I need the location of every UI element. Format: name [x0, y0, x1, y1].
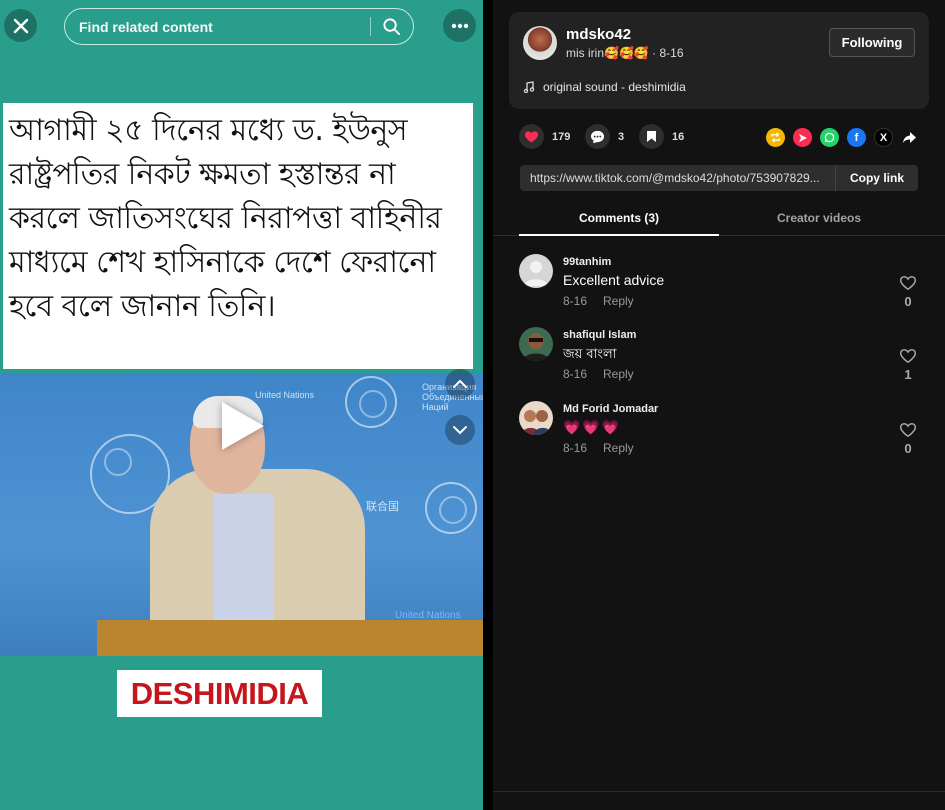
comment-like-count: 1	[904, 367, 912, 382]
tab-creator-videos[interactable]: Creator videos	[719, 202, 919, 234]
chevron-up-icon	[453, 379, 467, 388]
panel-divider	[483, 0, 493, 810]
like-count: 179	[552, 130, 571, 143]
comment-button[interactable]: 3	[585, 124, 624, 149]
search-input[interactable]	[77, 17, 371, 36]
following-button[interactable]: Following	[829, 28, 915, 57]
save-button[interactable]: 16	[639, 124, 684, 149]
comment-text: Excellent advice	[563, 272, 665, 288]
heart-icon	[524, 130, 539, 143]
reply-button[interactable]: Reply	[603, 441, 634, 455]
commenter-name[interactable]: 99tanhim	[563, 256, 611, 268]
commenter-avatar[interactable]	[519, 254, 553, 288]
comment-like-count: 0	[904, 294, 912, 309]
heart-outline-icon[interactable]	[899, 274, 917, 292]
comment-input-divider	[493, 791, 945, 792]
reply-button[interactable]: Reply	[603, 294, 634, 308]
un-emblem	[425, 482, 477, 534]
comment-date: 8-16	[563, 367, 588, 381]
save-count: 16	[672, 130, 685, 143]
search-icon[interactable]	[382, 17, 401, 36]
panel-tabs: Comments (3) Creator videos	[493, 202, 945, 236]
un-label-cn: 联合国	[366, 501, 399, 513]
brand-watermark: DESHIMIDIA	[117, 670, 322, 717]
more-icon	[451, 23, 468, 28]
comment-count: 3	[618, 130, 625, 143]
video-frame[interactable]: United Nations Организация Объединенных …	[0, 374, 483, 656]
search-divider	[370, 17, 371, 36]
tab-comments[interactable]: Comments (3)	[519, 202, 719, 236]
comment-text: 💗💗💗	[563, 419, 622, 435]
share-link-row: https://www.tiktok.com/@mdsko42/photo/75…	[520, 165, 918, 191]
copy-link-button[interactable]: Copy link	[835, 165, 918, 191]
headline-text: আগামী ২৫ দিনের মধ্যে ড. ইউনুস রাষ্ট্রপতি…	[3, 103, 473, 369]
comment-item: Md Forid Jomadar 💗💗💗 8-16 Reply 0	[519, 401, 929, 467]
next-button[interactable]	[445, 415, 475, 445]
x-icon[interactable]: X	[874, 128, 893, 147]
share-arrow-icon[interactable]	[900, 128, 919, 147]
more-options-button[interactable]	[443, 9, 476, 42]
comment-date: 8-16	[563, 294, 588, 308]
chevron-down-icon	[453, 426, 467, 435]
repost-icon[interactable]	[766, 128, 785, 147]
comment-item: 99tanhim Excellent advice 8-16 Reply 0	[519, 254, 929, 320]
comment-like-count: 0	[904, 441, 912, 456]
media-viewer: আগামী ২৫ দিনের মধ্যে ড. ইউনুস রাষ্ট্রপতি…	[0, 0, 483, 810]
commenter-name[interactable]: Md Forid Jomadar	[563, 403, 658, 415]
commenter-avatar[interactable]	[519, 401, 553, 435]
un-emblem	[345, 376, 397, 428]
facebook-icon[interactable]: f	[847, 128, 866, 147]
close-icon	[13, 18, 28, 33]
sound-label: original sound - deshimidia	[543, 80, 686, 94]
like-button[interactable]: 179	[519, 124, 570, 149]
heart-outline-icon[interactable]	[899, 347, 917, 365]
comment-item: shafiqul Islam জয় বাংলা 8-16 Reply 1	[519, 327, 929, 393]
search-bar[interactable]	[64, 8, 414, 45]
un-label: United Nations	[255, 390, 315, 400]
comment-date: 8-16	[563, 441, 588, 455]
author-meta: mis irin🥰🥰🥰 · 8-16	[566, 46, 684, 60]
previous-button[interactable]	[445, 369, 475, 399]
commenter-name[interactable]: shafiqul Islam	[563, 329, 636, 341]
share-link-url[interactable]: https://www.tiktok.com/@mdsko42/photo/75…	[520, 171, 836, 185]
sound-link[interactable]: original sound - deshimidia	[523, 80, 686, 94]
comment-icon	[590, 130, 605, 143]
heart-outline-icon[interactable]	[899, 421, 917, 439]
reply-button[interactable]: Reply	[603, 367, 634, 381]
details-panel: mdsko42 mis irin🥰🥰🥰 · 8-16 Following ori…	[493, 0, 945, 810]
podium	[97, 620, 483, 656]
bookmark-icon	[647, 131, 656, 142]
whatsapp-icon[interactable]	[820, 128, 839, 147]
podium-label: United Nations	[395, 610, 461, 621]
commenter-avatar[interactable]	[519, 327, 553, 361]
author-avatar[interactable]	[523, 26, 557, 60]
close-button[interactable]	[4, 9, 37, 42]
send-icon[interactable]	[793, 128, 812, 147]
author-username[interactable]: mdsko42	[566, 26, 631, 43]
author-card: mdsko42 mis irin🥰🥰🥰 · 8-16 Following ori…	[509, 12, 929, 109]
music-note-icon	[523, 81, 535, 93]
play-icon[interactable]	[222, 402, 264, 450]
comment-text: জয় বাংলা	[563, 347, 617, 362]
